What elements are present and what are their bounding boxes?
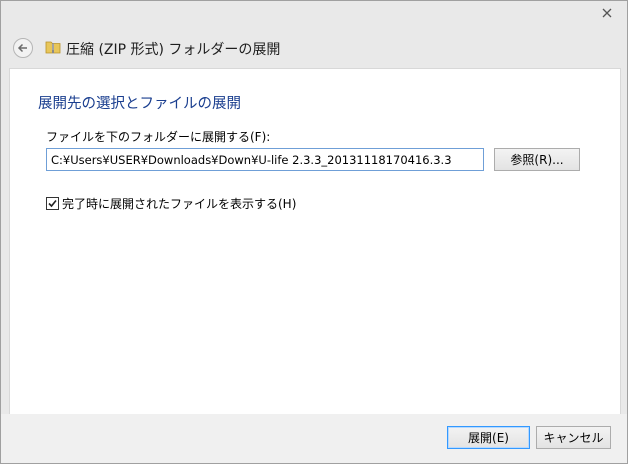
content-panel <box>9 68 621 415</box>
extract-button[interactable]: 展開(E) <box>447 426 530 449</box>
close-button[interactable] <box>591 3 623 23</box>
window-title: 圧縮 (ZIP 形式) フォルダーの展開 <box>66 42 281 58</box>
checkmark-icon <box>48 199 57 208</box>
back-arrow-icon <box>17 43 27 53</box>
zip-folder-icon <box>45 41 61 54</box>
back-button[interactable] <box>13 38 33 58</box>
button-bar <box>1 414 627 463</box>
cancel-button[interactable]: キャンセル <box>536 426 611 449</box>
close-icon <box>602 8 612 18</box>
show-files-checkbox[interactable] <box>46 197 59 210</box>
destination-folder-label: ファイルを下のフォルダーに展開する(F): <box>46 130 271 144</box>
browse-button[interactable]: 参照(R)... <box>494 148 580 171</box>
show-files-option[interactable]: 完了時に展開されたファイルを表示する(H) <box>46 195 296 212</box>
title-bar: 圧縮 (ZIP 形式) フォルダーの展開 <box>1 1 627 67</box>
extract-dialog-window: 圧縮 (ZIP 形式) フォルダーの展開 展開先の選択とファイルの展開 ファイル… <box>0 0 628 464</box>
page-heading: 展開先の選択とファイルの展開 <box>38 96 241 112</box>
destination-path-input[interactable] <box>46 148 484 171</box>
show-files-label: 完了時に展開されたファイルを表示する(H) <box>62 197 297 211</box>
